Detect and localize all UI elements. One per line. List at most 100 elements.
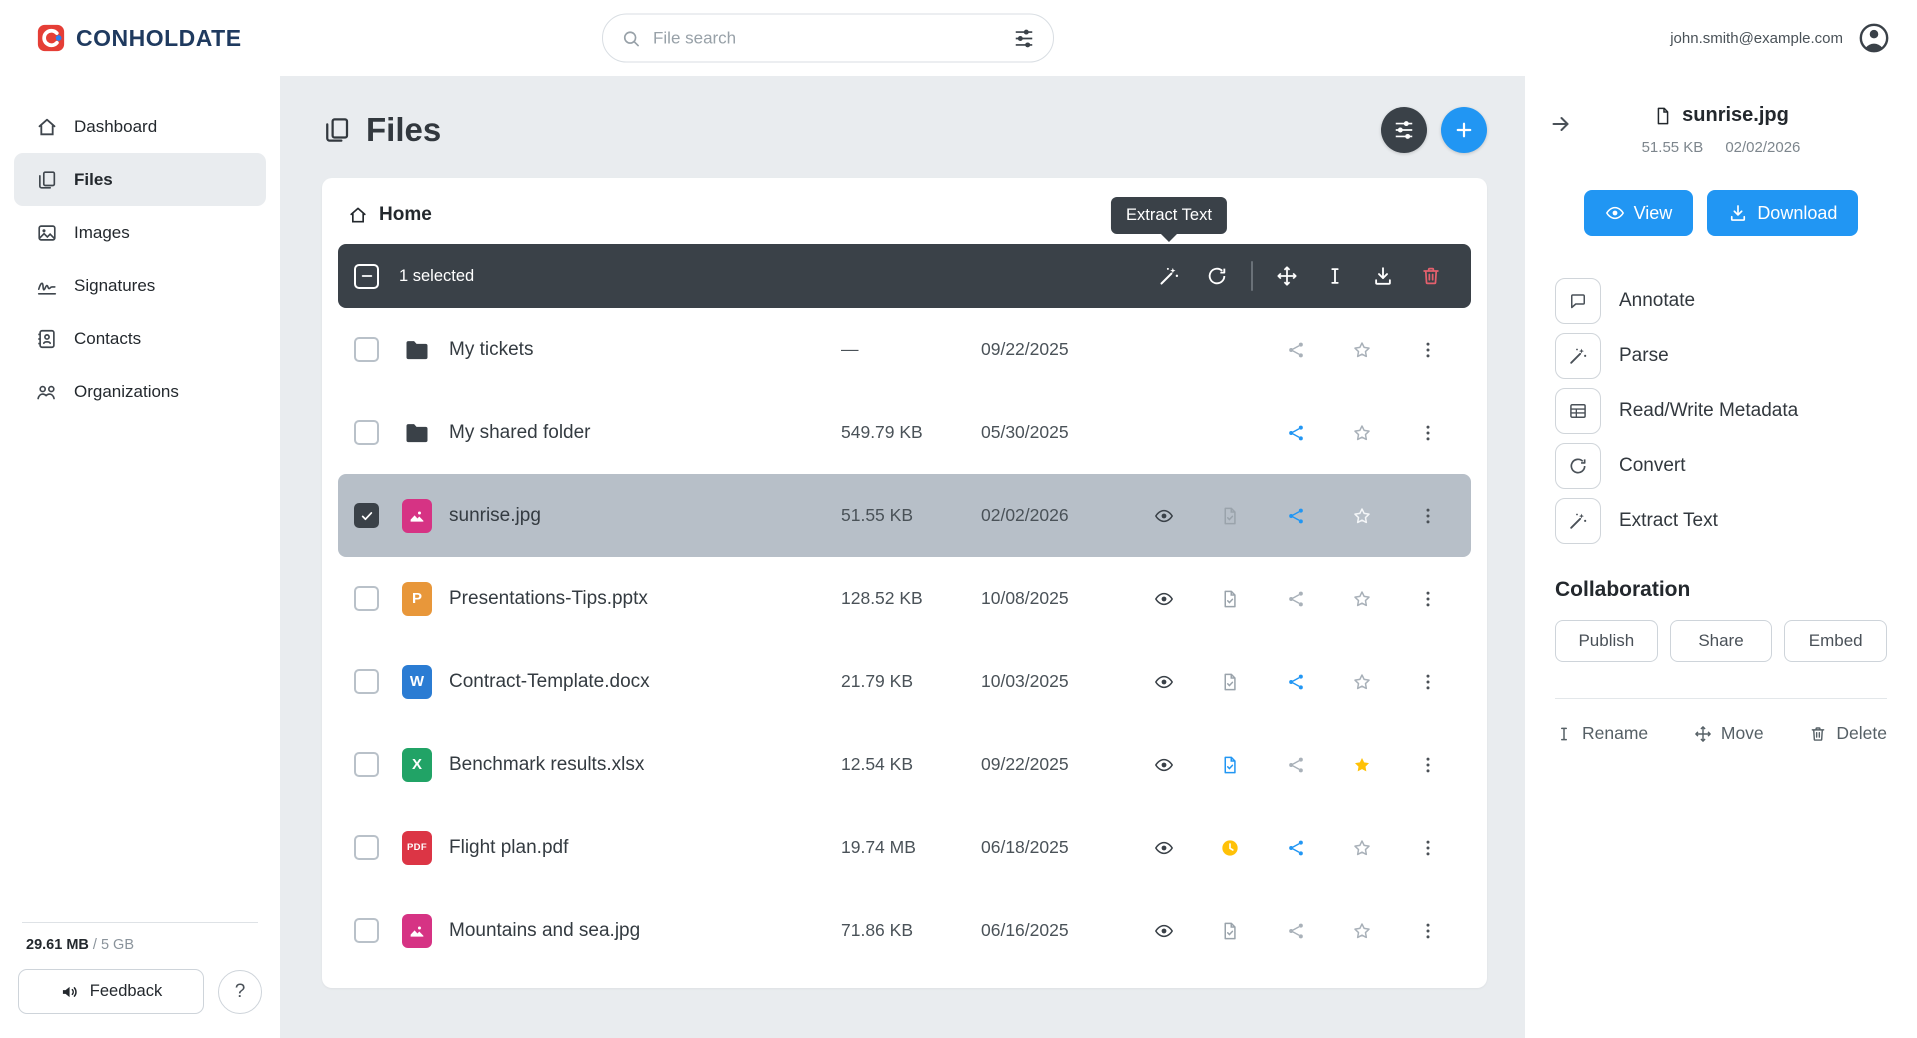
row-menu-button[interactable]: [1408, 662, 1448, 702]
favorite-button[interactable]: [1342, 745, 1382, 785]
file-name[interactable]: Flight plan.pdf: [449, 837, 841, 859]
row-menu-button[interactable]: [1408, 911, 1448, 951]
share-button[interactable]: [1276, 828, 1316, 868]
sidebar-item-files[interactable]: Files: [14, 153, 266, 206]
embed-button[interactable]: Embed: [1784, 620, 1887, 662]
row-menu-button[interactable]: [1408, 579, 1448, 619]
file-name[interactable]: Benchmark results.xlsx: [449, 754, 841, 776]
publish-button[interactable]: Publish: [1555, 620, 1658, 662]
file-icon: [1653, 106, 1673, 126]
file-row[interactable]: Mountains and sea.jpg 71.86 KB 06/16/202…: [338, 889, 1471, 972]
star-icon: [1352, 921, 1372, 941]
kebab-menu-icon: [1418, 755, 1438, 775]
favorite-button[interactable]: [1342, 828, 1382, 868]
add-file-button[interactable]: [1441, 107, 1487, 153]
row-menu-button[interactable]: [1408, 828, 1448, 868]
file-name[interactable]: sunrise.jpg: [449, 505, 841, 527]
file-name[interactable]: Contract-Template.docx: [449, 671, 841, 693]
view-button[interactable]: View: [1584, 190, 1694, 236]
share-button[interactable]: [1276, 413, 1316, 453]
preview-button[interactable]: [1144, 496, 1184, 536]
metadata-action[interactable]: Read/Write Metadata: [1555, 388, 1887, 434]
row-checkbox[interactable]: [354, 337, 379, 362]
file-name[interactable]: Presentations-Tips.pptx: [449, 588, 841, 610]
preview-button[interactable]: [1144, 745, 1184, 785]
file-name[interactable]: Mountains and sea.jpg: [449, 920, 841, 942]
app: CONHOLDATE john.smith@example.com Dashbo…: [0, 0, 1917, 1038]
row-menu-button[interactable]: [1408, 330, 1448, 370]
breadcrumb[interactable]: Home: [338, 200, 1471, 230]
extract-text-action[interactable]: Extract Text: [1555, 498, 1887, 544]
file-row[interactable]: W Contract-Template.docx 21.79 KB 10/03/…: [338, 640, 1471, 723]
share-button[interactable]: [1276, 745, 1316, 785]
preview-button[interactable]: [1144, 662, 1184, 702]
file-search[interactable]: [602, 14, 1054, 63]
download-button[interactable]: Download: [1707, 190, 1858, 236]
feedback-button[interactable]: Feedback: [18, 969, 204, 1014]
share-icon: [1286, 423, 1306, 443]
sidebar-item-dashboard[interactable]: Dashboard: [14, 100, 266, 153]
row-menu-button[interactable]: [1408, 745, 1448, 785]
file-row[interactable]: My shared folder 549.79 KB 05/30/2025: [338, 391, 1471, 474]
file-row-selected[interactable]: sunrise.jpg 51.55 KB 02/02/2026: [338, 474, 1471, 557]
collapse-panel-button[interactable]: [1543, 106, 1579, 142]
sidebar-item-contacts[interactable]: Contacts: [14, 312, 266, 365]
convert-button[interactable]: [1193, 252, 1241, 300]
file-name[interactable]: My tickets: [449, 339, 841, 361]
preview-button[interactable]: [1144, 828, 1184, 868]
rename-button[interactable]: [1311, 252, 1359, 300]
file-row[interactable]: P Presentations-Tips.pptx 128.52 KB 10/0…: [338, 557, 1471, 640]
select-all-checkbox[interactable]: [354, 264, 379, 289]
file-name[interactable]: My shared folder: [449, 422, 841, 444]
delete-button[interactable]: [1407, 252, 1455, 300]
preview-button[interactable]: [1144, 579, 1184, 619]
move-button[interactable]: [1263, 252, 1311, 300]
row-checkbox[interactable]: [354, 586, 379, 611]
share-button[interactable]: [1276, 662, 1316, 702]
avatar[interactable]: [1857, 21, 1891, 55]
share-button[interactable]: [1276, 496, 1316, 536]
sidebar-item-signatures[interactable]: Signatures: [14, 259, 266, 312]
share-button[interactable]: [1276, 330, 1316, 370]
sidebar-item-organizations[interactable]: Organizations: [14, 365, 266, 418]
download-button[interactable]: [1359, 252, 1407, 300]
favorite-button[interactable]: [1342, 330, 1382, 370]
file-row[interactable]: PDF Flight plan.pdf 19.74 MB 06/18/2025: [338, 806, 1471, 889]
share-button[interactable]: [1276, 911, 1316, 951]
row-checkbox[interactable]: [354, 835, 379, 860]
row-checkbox[interactable]: [354, 752, 379, 777]
text-cursor-icon: [1555, 725, 1573, 743]
favorite-button[interactable]: [1342, 579, 1382, 619]
help-button[interactable]: ?: [218, 970, 262, 1014]
view-options-button[interactable]: [1381, 107, 1427, 153]
favorite-button[interactable]: [1342, 496, 1382, 536]
search-input[interactable]: [653, 28, 1001, 48]
share-button[interactable]: [1276, 579, 1316, 619]
favorite-button[interactable]: [1342, 911, 1382, 951]
breadcrumb-home[interactable]: Home: [379, 204, 432, 226]
sidebar-item-images[interactable]: Images: [14, 206, 266, 259]
help-label: ?: [235, 981, 246, 1003]
share-button[interactable]: Share: [1670, 620, 1773, 662]
preview-button[interactable]: [1144, 911, 1184, 951]
move-button[interactable]: Move: [1694, 723, 1764, 744]
annotate-action[interactable]: Annotate: [1555, 278, 1887, 324]
parse-action[interactable]: Parse: [1555, 333, 1887, 379]
extract-text-button[interactable]: [1145, 252, 1193, 300]
row-checkbox[interactable]: [354, 503, 379, 528]
row-menu-button[interactable]: [1408, 496, 1448, 536]
row-checkbox[interactable]: [354, 420, 379, 445]
row-checkbox[interactable]: [354, 918, 379, 943]
rename-button[interactable]: Rename: [1555, 723, 1648, 744]
row-menu-button[interactable]: [1408, 413, 1448, 453]
brand-logo[interactable]: CONHOLDATE: [36, 23, 242, 53]
favorite-button[interactable]: [1342, 662, 1382, 702]
file-row[interactable]: X Benchmark results.xlsx 12.54 KB 09/22/…: [338, 723, 1471, 806]
search-filter-icon[interactable]: [1013, 27, 1035, 49]
convert-action[interactable]: Convert: [1555, 443, 1887, 489]
delete-button[interactable]: Delete: [1809, 723, 1887, 744]
row-checkbox[interactable]: [354, 669, 379, 694]
contact-icon: [36, 328, 58, 350]
file-row[interactable]: My tickets — 09/22/2025: [338, 308, 1471, 391]
favorite-button[interactable]: [1342, 413, 1382, 453]
